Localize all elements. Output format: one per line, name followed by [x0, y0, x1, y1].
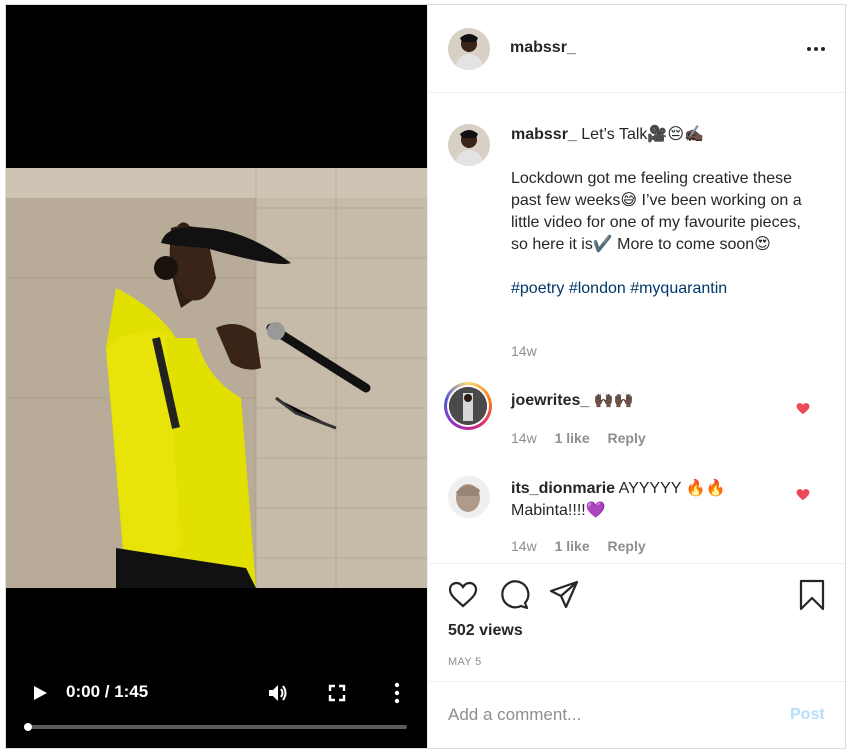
- volume-icon[interactable]: [266, 681, 290, 705]
- comment-heart-icon[interactable]: [796, 488, 810, 502]
- caption-timestamp[interactable]: 14w: [511, 343, 537, 359]
- post-side-panel: mabssr_ mabssr_ Let’s Talk🎥😔✍🏿 Lockdown …: [427, 5, 847, 748]
- more-options-icon[interactable]: [806, 45, 826, 53]
- comment-username[interactable]: its_dionmarie: [511, 480, 615, 497]
- video-frame[interactable]: [6, 168, 427, 588]
- fullscreen-icon[interactable]: [327, 683, 347, 703]
- more-vert-icon[interactable]: [392, 681, 402, 705]
- comment-icon[interactable]: [498, 579, 530, 611]
- avatar[interactable]: [448, 28, 490, 70]
- progress-knob[interactable]: [24, 723, 32, 731]
- video-player[interactable]: 0:00 / 1:45: [6, 5, 427, 748]
- post-date[interactable]: MAY 5: [448, 656, 482, 668]
- post-author-username[interactable]: mabssr_: [510, 39, 576, 57]
- caption-body: Lockdown got me feeling creative these p…: [511, 170, 802, 253]
- heart-icon[interactable]: [447, 579, 479, 611]
- comment-likes[interactable]: 1 like: [555, 430, 590, 446]
- share-icon[interactable]: [548, 579, 580, 611]
- video-controls: 0:00 / 1:45: [6, 665, 427, 748]
- comment-reply-button[interactable]: Reply: [608, 430, 646, 446]
- comments-section: mabssr_ Let’s Talk🎥😔✍🏿 Lockdown got me f…: [428, 94, 847, 562]
- comment-body: 🙌🏿🙌🏿: [593, 392, 634, 409]
- comment-text: its_dionmarie AYYYYY 🔥🔥 Mabinta!!!!💜: [511, 478, 771, 522]
- view-count[interactable]: 502 views: [448, 622, 523, 640]
- avatar[interactable]: [448, 124, 490, 166]
- comment-meta: 14w 1 like Reply: [511, 538, 660, 554]
- comment-input[interactable]: [448, 703, 748, 727]
- bookmark-icon[interactable]: [796, 579, 828, 611]
- comment-meta: 14w 1 like Reply: [511, 430, 660, 446]
- post-header: mabssr_: [428, 5, 847, 93]
- comment-reply-button[interactable]: Reply: [608, 538, 646, 554]
- caption-text: mabssr_ Let’s Talk🎥😔✍🏿 Lockdown got me f…: [511, 124, 821, 300]
- video-progress-bar[interactable]: [24, 723, 407, 731]
- post-container: 0:00 / 1:45 mabssr_ mabssr_ Let’s Talk🎥😔…: [5, 4, 847, 749]
- play-icon[interactable]: [32, 685, 48, 701]
- avatar[interactable]: [444, 382, 492, 430]
- comment-timestamp[interactable]: 14w: [511, 538, 537, 554]
- post-actions: 502 views MAY 5: [428, 563, 847, 681]
- video-time: 0:00 / 1:45: [66, 682, 149, 701]
- add-comment-bar: Post: [428, 681, 847, 748]
- comment-likes[interactable]: 1 like: [555, 538, 590, 554]
- comment-username[interactable]: joewrites_: [511, 392, 589, 409]
- post-comment-button[interactable]: Post: [790, 706, 825, 724]
- comment-text: joewrites_ 🙌🏿🙌🏿: [511, 390, 771, 412]
- comment-heart-icon[interactable]: [796, 402, 810, 416]
- caption-title: Let’s Talk🎥😔✍🏿: [581, 126, 704, 143]
- avatar[interactable]: [448, 476, 490, 518]
- comment-timestamp[interactable]: 14w: [511, 430, 537, 446]
- caption-hashtags[interactable]: #poetry #london #myquarantin: [511, 278, 821, 300]
- caption-username[interactable]: mabssr_: [511, 126, 577, 143]
